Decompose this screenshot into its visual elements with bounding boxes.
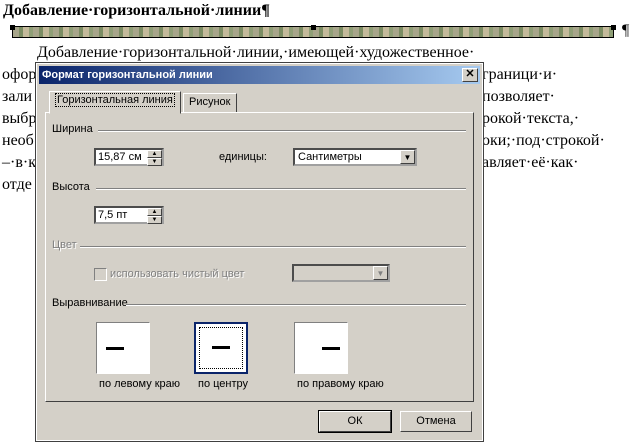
document-heading: Добавление·горизонтальной·линии¶	[3, 2, 270, 19]
align-right-icon	[322, 347, 340, 350]
resize-handle-left[interactable]	[10, 25, 15, 30]
decorative-horizontal-line[interactable]	[10, 25, 616, 38]
chevron-down-icon[interactable]: ▼	[400, 150, 415, 164]
height-up-arrow-icon[interactable]: ▲	[147, 208, 162, 216]
color-chevron-down-icon[interactable]: ▼	[373, 266, 388, 280]
solid-color-checkbox[interactable]	[94, 268, 107, 281]
doc-line-3-start: зали	[2, 88, 33, 105]
height-value: 7,5 пт	[98, 209, 128, 221]
alignment-group-label: Выравнивание	[52, 297, 128, 309]
align-left-button[interactable]	[96, 322, 150, 374]
tab-horizontal-line[interactable]: Горизонтальная линия	[49, 91, 181, 114]
align-right-label: по правому краю	[297, 378, 384, 390]
units-dropdown[interactable]: Сантиметры ▼	[293, 148, 417, 166]
doc-line-4-end: рокой·текста,·	[482, 110, 580, 127]
alignment-group-rule	[126, 304, 466, 306]
align-right-button[interactable]	[294, 322, 348, 374]
width-up-arrow-icon[interactable]: ▲	[147, 150, 162, 158]
width-group-label: Ширина	[52, 123, 93, 135]
format-horizontal-line-dialog: Формат горизонтальной линии ✕ Горизонтал…	[35, 62, 484, 442]
height-down-arrow-icon[interactable]: ▼	[147, 216, 162, 224]
height-group-label: Высота	[52, 181, 90, 193]
doc-line-6-start: –·в·к	[2, 154, 36, 171]
dialog-title: Формат горизонтальной линии	[42, 69, 213, 81]
ok-button[interactable]: ОК	[318, 410, 392, 433]
doc-line-2-end: граници·и·	[482, 66, 558, 83]
width-spin-buttons[interactable]: ▲ ▼	[147, 150, 162, 166]
align-left-icon	[106, 347, 124, 350]
resize-handle-right[interactable]	[611, 25, 616, 30]
height-spin-buttons[interactable]: ▲ ▼	[147, 208, 162, 224]
color-group-rule	[80, 246, 466, 248]
solid-color-label: использовать чистый цвет	[110, 268, 245, 280]
dialog-titlebar[interactable]: Формат горизонтальной линии ✕	[39, 66, 480, 84]
align-left-label: по левому краю	[99, 378, 181, 390]
tab-horizontal-line-label: Горизонтальная линия	[55, 93, 175, 107]
doc-line-7-start: отде	[2, 176, 32, 193]
doc-line-2-start: офор	[2, 66, 37, 83]
doc-line-4-start: выбр	[2, 110, 37, 127]
tab-panel: Ширина 15,87 см ▲ ▼ единицы: Сантиметры …	[45, 112, 474, 402]
align-center-label: по центру	[198, 378, 249, 390]
tab-picture[interactable]: Рисунок	[183, 93, 237, 113]
doc-line-3-end: позволяет·	[482, 88, 555, 105]
doc-line-5-start: необ	[2, 132, 34, 149]
align-center-button[interactable]	[194, 322, 248, 374]
width-group-rule	[98, 130, 466, 132]
color-dropdown[interactable]: ▼	[292, 264, 390, 282]
tab-picture-label: Рисунок	[189, 96, 231, 108]
width-down-arrow-icon[interactable]: ▼	[147, 158, 162, 166]
paragraph-mark: ¶	[622, 22, 630, 39]
doc-line-5-end: оки;·под·строкой·	[482, 132, 605, 149]
doc-line-1: Добавление·горизонтальной·линии,·имеющей…	[37, 44, 475, 61]
resize-handle-middle[interactable]	[311, 25, 316, 30]
color-group-label: Цвет	[52, 239, 77, 251]
width-value: 15,87 см	[98, 151, 142, 163]
units-label: единицы:	[219, 151, 267, 163]
close-icon[interactable]: ✕	[462, 68, 478, 82]
width-spinner[interactable]: 15,87 см ▲ ▼	[94, 148, 164, 166]
height-spinner[interactable]: 7,5 пт ▲ ▼	[94, 206, 164, 224]
doc-line-6-end: авляет·её·как·	[482, 154, 579, 171]
align-center-icon	[212, 346, 230, 349]
height-group-rule	[96, 188, 466, 190]
cancel-button[interactable]: Отмена	[400, 411, 472, 432]
units-value: Сантиметры	[298, 151, 362, 163]
